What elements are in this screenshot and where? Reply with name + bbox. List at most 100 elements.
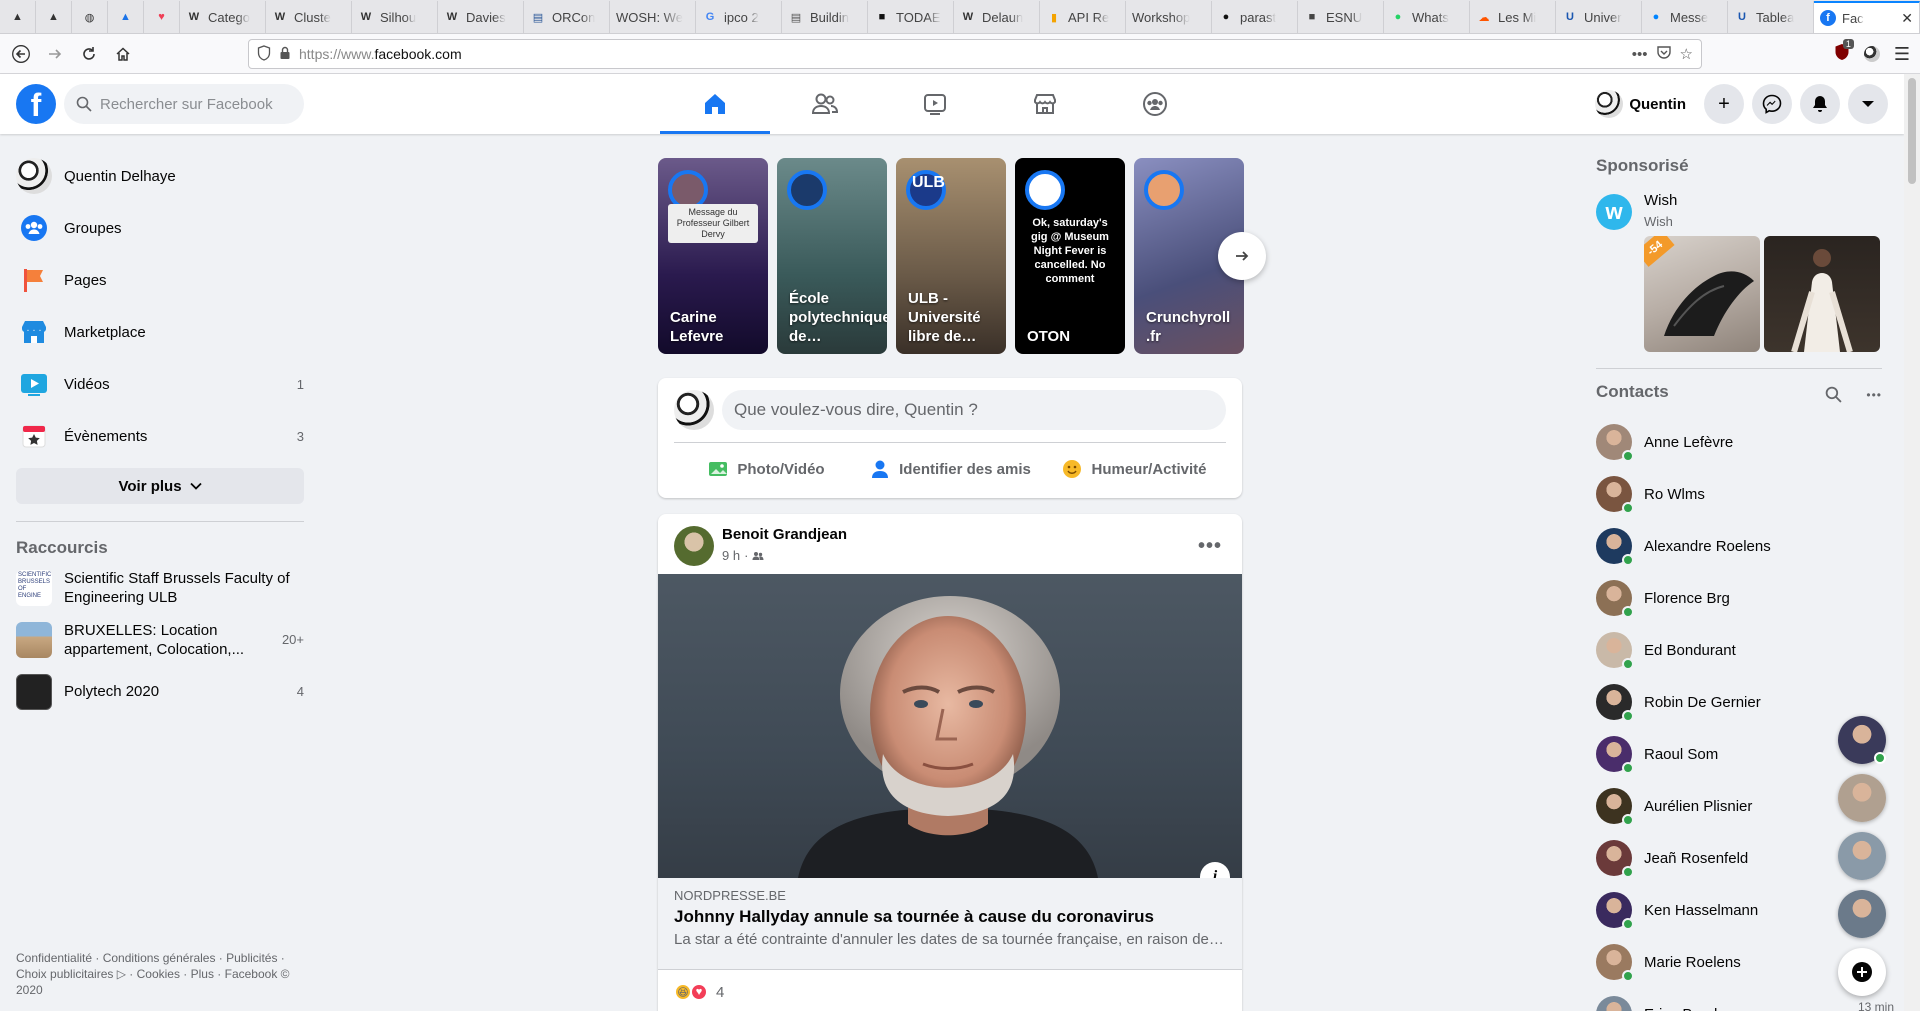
browser-tab[interactable]: ▲ bbox=[108, 1, 144, 33]
sidebar-item-calendar[interactable]: Évènements 3 bbox=[8, 410, 312, 462]
browser-tab[interactable]: ☁ Les Mi bbox=[1470, 1, 1556, 33]
browser-tab[interactable]: ♥ bbox=[144, 1, 180, 33]
browser-tab[interactable]: ▤ ORCon bbox=[524, 1, 610, 33]
browser-tab[interactable]: W Catego bbox=[180, 1, 266, 33]
browser-tab[interactable]: Gipco 2 bbox=[696, 1, 782, 33]
author-avatar[interactable] bbox=[674, 526, 714, 566]
sidebar-item-profile[interactable]: Quentin Delhaye bbox=[8, 150, 312, 202]
sidebar-item-video[interactable]: Vidéos 1 bbox=[8, 358, 312, 410]
search-box[interactable] bbox=[64, 84, 304, 124]
browser-tab[interactable]: f Fac ✕ bbox=[1814, 1, 1920, 33]
contact-item[interactable]: Erica Berghman bbox=[1588, 988, 1884, 1011]
create-button[interactable]: + bbox=[1704, 84, 1744, 124]
sidebar-item-groups[interactable]: Groupes bbox=[8, 202, 312, 254]
chat-head[interactable] bbox=[1838, 890, 1886, 938]
account-menu-button[interactable] bbox=[1848, 84, 1888, 124]
ublock-extension-icon[interactable]: 1 bbox=[1834, 39, 1854, 65]
browser-tab[interactable]: ● parast bbox=[1212, 1, 1298, 33]
chat-head[interactable] bbox=[1838, 774, 1886, 822]
browser-tab[interactable]: ▲ bbox=[36, 1, 72, 33]
post-time[interactable]: 9 h bbox=[722, 548, 740, 563]
reactions-summary[interactable]: 😆 ♥ 4 bbox=[674, 970, 724, 1011]
contact-item[interactable]: Florence Brg bbox=[1588, 572, 1884, 624]
browser-tab[interactable]: U Tablea bbox=[1728, 1, 1814, 33]
more-icon[interactable]: ••• bbox=[1866, 388, 1882, 403]
browser-tab[interactable]: U Univer bbox=[1556, 1, 1642, 33]
browser-tab[interactable]: W Delaun bbox=[954, 1, 1040, 33]
chat-head[interactable] bbox=[1838, 716, 1886, 764]
browser-tab[interactable]: ● Messe bbox=[1642, 1, 1728, 33]
browser-tab[interactable]: Workshop bbox=[1126, 1, 1212, 33]
page-scrollbar[interactable] bbox=[1904, 74, 1920, 1011]
contact-item[interactable]: Robin De Gernier bbox=[1588, 676, 1884, 728]
tab-home[interactable] bbox=[660, 74, 770, 134]
new-message-button[interactable] bbox=[1838, 948, 1886, 996]
menu-icon[interactable]: ☰ bbox=[1894, 44, 1910, 65]
contact-item[interactable]: Ed Bondurant bbox=[1588, 624, 1884, 676]
smile-button[interactable]: Humeur/Activité bbox=[1042, 448, 1226, 490]
story-card[interactable]: Ok, saturday's gig @ Museum Night Fever … bbox=[1015, 158, 1125, 354]
shortcut-item[interactable]: BRUXELLES: Location appartement, Colocat… bbox=[8, 614, 312, 666]
post-options-button[interactable]: ••• bbox=[1192, 528, 1228, 564]
chat-head[interactable] bbox=[1838, 832, 1886, 880]
forward-button[interactable] bbox=[40, 39, 70, 69]
tab-groups[interactable] bbox=[1100, 74, 1210, 134]
pocket-icon[interactable] bbox=[1656, 44, 1672, 64]
browser-tab[interactable]: ▤ Buildin bbox=[782, 1, 868, 33]
see-more-button[interactable]: Voir plus bbox=[16, 468, 304, 504]
extension-icon[interactable] bbox=[1863, 46, 1880, 62]
shortcut-item[interactable]: SCIENTIFIC BRUSSELS OF ENGINE Scientific … bbox=[8, 562, 312, 614]
reload-button[interactable] bbox=[74, 39, 104, 69]
facebook-logo-icon[interactable]: f bbox=[16, 84, 56, 124]
post-image[interactable]: i bbox=[658, 574, 1242, 878]
url-text[interactable]: https://www.facebook.com bbox=[299, 46, 1624, 62]
url-bar[interactable]: https://www.facebook.com ••• ☆ bbox=[248, 39, 1702, 69]
search-input[interactable] bbox=[100, 95, 280, 113]
lock-icon[interactable] bbox=[279, 46, 291, 63]
story-card[interactable]: Message du Professeur Gilbert Dervy Carin… bbox=[658, 158, 768, 354]
story-card[interactable]: École polytechnique de… bbox=[777, 158, 887, 354]
composer-input[interactable]: Que voulez-vous dire, Quentin ? bbox=[722, 390, 1226, 430]
photo-button[interactable]: Photo/Vidéo bbox=[674, 448, 858, 490]
tag-friends-button[interactable]: Identifier des amis bbox=[858, 448, 1042, 490]
wish-logo-icon[interactable]: w bbox=[1596, 194, 1632, 230]
page-actions-icon[interactable]: ••• bbox=[1632, 46, 1648, 63]
sidebar-item-shop[interactable]: Marketplace bbox=[8, 306, 312, 358]
browser-tab[interactable]: ■ TODAE bbox=[868, 1, 954, 33]
ad-image-2[interactable] bbox=[1764, 236, 1880, 352]
story-card[interactable]: ULB ULB - Université libre de… bbox=[896, 158, 1006, 354]
footer-links[interactable]: Confidentialité · Conditions générales ·… bbox=[16, 950, 316, 998]
sidebar-item-flag[interactable]: Pages bbox=[8, 254, 312, 306]
stories-next-button[interactable] bbox=[1218, 232, 1266, 280]
browser-tab[interactable]: ■ ESNU bbox=[1298, 1, 1384, 33]
back-button[interactable] bbox=[6, 39, 36, 69]
browser-tab[interactable]: W Cluste bbox=[266, 1, 352, 33]
browser-tab[interactable]: WOSH: We bbox=[610, 1, 696, 33]
scrollbar-thumb[interactable] bbox=[1908, 78, 1916, 184]
home-button[interactable] bbox=[108, 39, 138, 69]
contact-item[interactable]: Alexandre Roelens bbox=[1588, 520, 1884, 572]
link-preview[interactable]: NORDPRESSE.BE Johnny Hallyday annule sa … bbox=[658, 878, 1242, 970]
browser-tab[interactable]: ▮ API Re bbox=[1040, 1, 1126, 33]
browser-tab[interactable]: ● Whats bbox=[1384, 1, 1470, 33]
messenger-button[interactable] bbox=[1752, 84, 1792, 124]
shortcut-item[interactable]: Polytech 2020 4 bbox=[8, 666, 312, 718]
bookmark-star-icon[interactable]: ☆ bbox=[1680, 45, 1693, 63]
avatar[interactable] bbox=[674, 390, 714, 430]
tab-friends[interactable] bbox=[770, 74, 880, 134]
contact-item[interactable]: Anne Lefèvre bbox=[1588, 416, 1884, 468]
notifications-button[interactable] bbox=[1800, 84, 1840, 124]
tab-watch[interactable] bbox=[880, 74, 990, 134]
browser-tab[interactable]: ▲ bbox=[0, 1, 36, 33]
profile-button[interactable]: Quentin bbox=[1591, 86, 1696, 122]
friends-audience-icon[interactable] bbox=[752, 550, 764, 562]
browser-tab[interactable]: ◍ bbox=[72, 1, 108, 33]
search-icon[interactable] bbox=[1825, 386, 1842, 403]
ad-image-1[interactable]: -54 bbox=[1644, 236, 1760, 352]
browser-tab[interactable]: W Davies bbox=[438, 1, 524, 33]
shield-icon[interactable] bbox=[257, 44, 271, 64]
ad-name[interactable]: Wish bbox=[1644, 192, 1677, 209]
tab-marketplace[interactable] bbox=[990, 74, 1100, 134]
contact-item[interactable]: Ro Wlms bbox=[1588, 468, 1884, 520]
browser-tab[interactable]: W Silhou bbox=[352, 1, 438, 33]
